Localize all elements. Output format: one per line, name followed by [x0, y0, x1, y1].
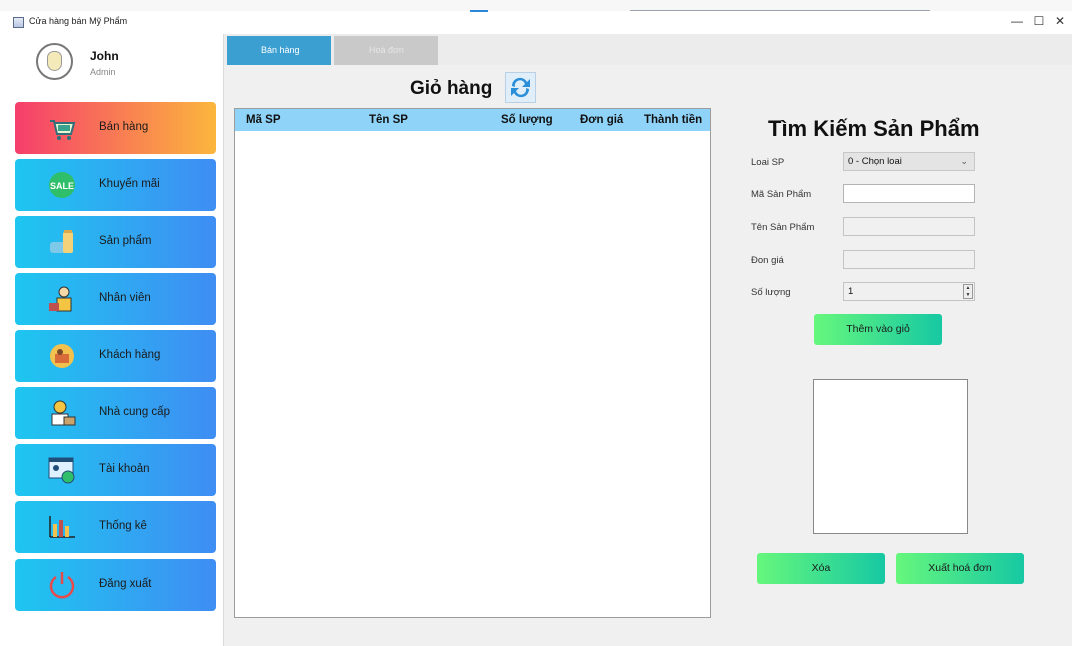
sidebar-item-khach-hang[interactable]: Khách hàng	[15, 330, 216, 382]
sidebar-item-label: Nhà cung cấp	[99, 406, 170, 418]
cart-title: Giỏ hàng	[410, 78, 493, 99]
tab-ban-hang[interactable]: Bán hàng	[227, 36, 331, 65]
column-header-ma-sp[interactable]: Mã SP	[246, 114, 281, 126]
close-button[interactable]: ✕	[1051, 14, 1069, 28]
refresh-button[interactable]	[505, 72, 536, 103]
account-settings-icon	[48, 457, 75, 484]
sidebar-item-ban-hang[interactable]: Bán hàng	[15, 102, 216, 154]
export-invoice-button[interactable]: Xuất hoá đơn	[896, 553, 1024, 584]
column-header-so-luong[interactable]: Số lượng	[501, 114, 553, 126]
sidebar-item-tai-khoan[interactable]: Tài khoản	[15, 444, 216, 496]
search-panel-title: Tìm Kiếm Sản Phẩm	[768, 116, 980, 141]
customer-icon	[50, 344, 74, 368]
window-titlebar: Cửa hàng bán Mỹ Phẩm — ☐ ✕	[0, 0, 1072, 34]
cosmetics-icon	[50, 230, 73, 253]
power-icon	[49, 572, 75, 599]
product-image-preview	[813, 379, 968, 534]
product-code-input[interactable]	[843, 184, 975, 203]
sale-badge-icon: SALE	[49, 172, 75, 198]
sidebar-item-label: Đăng xuất	[99, 578, 152, 590]
employee-icon	[49, 286, 72, 312]
column-header-ten-sp[interactable]: Tên SP	[369, 114, 408, 126]
column-header-don-gia[interactable]: Đơn giá	[580, 114, 623, 126]
avatar	[36, 43, 73, 80]
tab-hoa-don[interactable]: Hoá đơn	[334, 36, 438, 65]
sidebar-item-dang-xuat[interactable]: Đăng xuất	[15, 559, 216, 611]
titlebar-divider	[630, 10, 930, 11]
sidebar-item-thong-ke[interactable]: Thống kê	[15, 501, 216, 553]
supplier-icon	[51, 400, 76, 426]
avatar-face-icon	[47, 51, 62, 71]
java-app-icon	[13, 17, 24, 28]
product-name-label: Tên Sản Phẩm	[751, 222, 815, 233]
spinner-up-icon[interactable]: ▲	[964, 285, 972, 292]
sidebar-item-label: Bán hàng	[99, 121, 149, 133]
cart-table[interactable]: Mã SP Tên SP Số lượng Đơn giá Thành tiền	[234, 108, 711, 618]
delete-button[interactable]: Xóa	[757, 553, 885, 584]
sidebar-item-nha-cung-cap[interactable]: Nhà cung cấp	[15, 387, 216, 439]
sidebar-item-nhan-vien[interactable]: Nhân viên	[15, 273, 216, 325]
sidebar-item-label: Tài khoản	[99, 463, 150, 475]
minimize-button[interactable]: —	[1008, 14, 1026, 28]
unit-price-label: Đon giá	[751, 255, 784, 266]
shopping-cart-icon	[50, 120, 76, 140]
sidebar: John Admin Bán hàng SALE Khuyến mãi Sản …	[0, 34, 224, 646]
tab-bar: Bán hàng Hoá đơn	[224, 34, 1072, 65]
quantity-label: Số lượng	[751, 287, 791, 298]
bar-chart-icon	[49, 516, 75, 538]
sidebar-item-label: Sản phẩm	[99, 235, 152, 247]
user-role: Admin	[90, 67, 116, 77]
titlebar-accent	[470, 10, 488, 12]
chevron-down-icon: ⌄	[960, 156, 968, 166]
category-select[interactable]: 0 - Chọn loai ⌄	[843, 152, 975, 171]
sidebar-item-san-pham[interactable]: Sản phẩm	[15, 216, 216, 268]
category-label: Loai SP	[751, 157, 785, 168]
add-to-cart-button[interactable]: Thêm vào giỏ	[814, 314, 942, 345]
unit-price-input[interactable]	[843, 250, 975, 269]
spinner-buttons[interactable]: ▲ ▼	[963, 284, 973, 299]
maximize-button[interactable]: ☐	[1030, 14, 1048, 28]
refresh-icon	[511, 77, 530, 98]
svg-text:SALE: SALE	[50, 181, 74, 191]
sidebar-item-label: Thống kê	[99, 520, 147, 532]
sidebar-item-label: Khách hàng	[99, 349, 161, 361]
category-select-value: 0 - Chọn loai	[848, 156, 902, 167]
sidebar-item-khuyen-mai[interactable]: SALE Khuyến mãi	[15, 159, 216, 211]
quantity-value: 1	[848, 286, 854, 297]
sidebar-item-label: Nhân viên	[99, 292, 151, 304]
cart-table-header: Mã SP Tên SP Số lượng Đơn giá Thành tiền	[235, 109, 710, 131]
quantity-stepper[interactable]: 1 ▲ ▼	[843, 282, 975, 301]
window-title: Cửa hàng bán Mỹ Phẩm	[29, 16, 128, 26]
column-header-thanh-tien[interactable]: Thành tiền	[644, 114, 702, 126]
user-profile: John Admin	[0, 34, 224, 94]
user-name: John	[90, 49, 119, 63]
product-code-label: Mã Sản Phẩm	[751, 189, 812, 200]
product-name-input[interactable]	[843, 217, 975, 236]
sidebar-item-label: Khuyến mãi	[99, 178, 160, 190]
spinner-down-icon[interactable]: ▼	[964, 292, 972, 299]
